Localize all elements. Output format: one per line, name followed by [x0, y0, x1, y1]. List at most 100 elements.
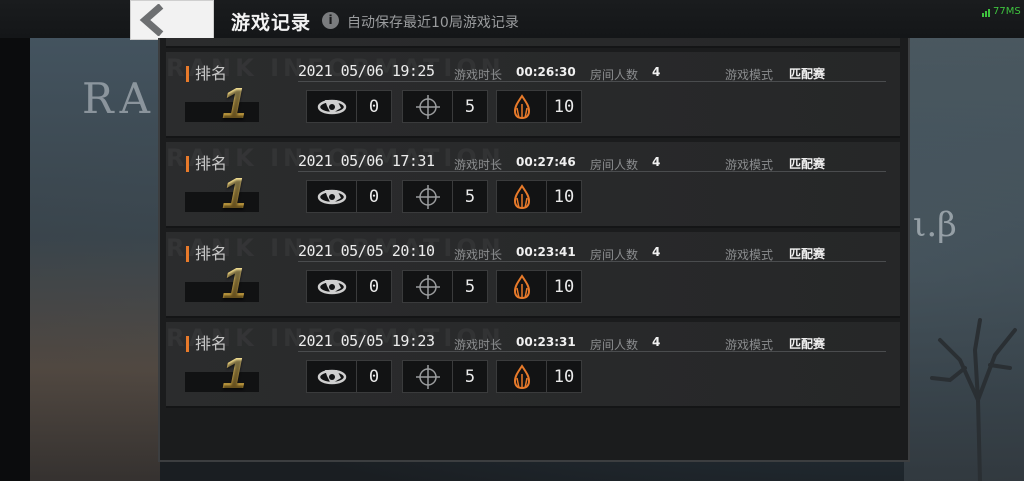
crosshair-icon	[415, 274, 440, 299]
stat-box: 10	[496, 360, 582, 393]
mode-value: 匹配赛	[789, 67, 826, 81]
stat-box: 10	[496, 90, 582, 123]
back-button[interactable]	[130, 0, 214, 40]
rank-number: 1	[222, 349, 247, 398]
stat-icon-slot	[307, 91, 357, 122]
stat-value: 10	[553, 96, 575, 117]
rank-label: 排名	[186, 336, 227, 352]
rank-label: 排名	[186, 246, 227, 262]
stat-value: 10	[553, 186, 575, 207]
stat-icon-slot	[403, 361, 453, 392]
duration-label: 游戏时长	[454, 248, 503, 262]
players-label: 房间人数	[590, 158, 639, 172]
mode-label: 游戏模式	[725, 248, 774, 262]
record-date: 2021 05/05 20:10	[298, 242, 435, 260]
records-scroll[interactable]: RANK INFORMATION 排名 2 2021 05/06 20:34 游…	[160, 38, 908, 412]
flame-icon	[513, 363, 530, 389]
rank-number: 1	[222, 169, 247, 218]
stat-value: 5	[464, 186, 476, 207]
duration-label: 游戏时长	[454, 338, 503, 352]
flame-icon	[513, 93, 530, 119]
players-label: 房间人数	[590, 68, 639, 82]
players-value: 4	[652, 65, 661, 79]
rank-label: 排名	[186, 66, 227, 82]
record-info: 2021 05/05 19:23 游戏时长 00:23:31 房间人数 4 游戏…	[298, 330, 886, 352]
ring-emblem-icon	[317, 279, 346, 294]
rank-number: 1	[222, 259, 247, 308]
page-subtitle: 自动保存最近10局游戏记录	[347, 15, 519, 31]
stat-icon-slot	[403, 181, 453, 212]
signal-icon	[982, 9, 990, 17]
mode-value: 匹配赛	[789, 157, 826, 171]
stat-box: 5	[402, 270, 488, 303]
stat-icon-slot	[497, 181, 547, 212]
ping-value: 77MS	[993, 6, 1021, 17]
rank-label: 排名	[186, 156, 227, 172]
left-edge	[0, 0, 30, 481]
stat-box: 5	[402, 360, 488, 393]
stat-value: 5	[464, 276, 476, 297]
duration-label: 游戏时长	[454, 158, 503, 172]
stat-box: 0	[306, 360, 392, 393]
stat-box: 10	[496, 270, 582, 303]
ring-emblem-icon	[317, 369, 346, 384]
mode-value: 匹配赛	[789, 247, 826, 261]
stat-icon-slot	[403, 271, 453, 302]
stat-icon-slot	[307, 361, 357, 392]
stat-box: 0	[306, 270, 392, 303]
background-text: RA	[82, 74, 156, 123]
stat-value: 0	[368, 186, 380, 207]
stat-value: 10	[553, 276, 575, 297]
mode-label: 游戏模式	[725, 158, 774, 172]
top-bar: 游戏记录 i 自动保存最近10局游戏记录 77MS	[0, 0, 1024, 40]
records-list[interactable]: RANK INFORMATION 排名 2 2021 05/06 20:34 游…	[158, 38, 910, 462]
record-date: 2021 05/06 19:25	[298, 62, 435, 80]
stat-icon-slot	[497, 271, 547, 302]
record-row[interactable]: RANK INFORMATION 排名 1 2021 05/05 20:10 游…	[166, 232, 900, 318]
record-row[interactable]: RANK INFORMATION 排名 1 2021 05/06 17:31 游…	[166, 142, 900, 228]
record-info: 2021 05/06 17:31 游戏时长 00:27:46 房间人数 4 游戏…	[298, 150, 886, 172]
stat-icon-slot	[497, 361, 547, 392]
duration-value: 00:23:41	[516, 245, 576, 259]
players-value: 4	[652, 335, 661, 349]
stat-box: 0	[306, 180, 392, 213]
duration-value: 00:23:31	[516, 335, 576, 349]
page-title: 游戏记录	[231, 12, 312, 34]
stat-value: 5	[464, 96, 476, 117]
stat-box: 10	[496, 180, 582, 213]
stat-icon-slot	[307, 271, 357, 302]
flame-icon	[513, 273, 530, 299]
record-row[interactable]: RANK INFORMATION 排名 1 2021 05/05 19:23 游…	[166, 322, 900, 408]
stat-box: 5	[402, 180, 488, 213]
stat-value: 10	[553, 366, 575, 387]
players-label: 房间人数	[590, 338, 639, 352]
stat-value: 0	[368, 96, 380, 117]
crosshair-icon	[415, 184, 440, 209]
record-row[interactable]: RANK INFORMATION 排名 2 2021 05/06 20:34 游…	[166, 38, 900, 48]
flame-icon	[513, 183, 530, 209]
ping-indicator: 77MS	[982, 6, 1021, 17]
record-date: 2021 05/06 17:31	[298, 152, 435, 170]
record-row[interactable]: RANK INFORMATION 排名 1 2021 05/06 19:25 游…	[166, 52, 900, 138]
info-icon[interactable]: i	[322, 12, 339, 29]
duration-value: 00:27:46	[516, 155, 576, 169]
stat-value: 0	[368, 366, 380, 387]
players-value: 4	[652, 245, 661, 259]
stat-box: 0	[306, 90, 392, 123]
ring-emblem-icon	[317, 189, 346, 204]
record-info: 2021 05/06 19:25 游戏时长 00:26:30 房间人数 4 游戏…	[298, 60, 886, 82]
stat-value: 5	[464, 366, 476, 387]
duration-value: 00:26:30	[516, 65, 576, 79]
players-value: 4	[652, 155, 661, 169]
rank-number: 1	[222, 79, 247, 128]
record-info: 2021 05/05 20:10 游戏时长 00:23:41 房间人数 4 游戏…	[298, 240, 886, 262]
stat-icon-slot	[497, 91, 547, 122]
crosshair-icon	[415, 94, 440, 119]
tree-silhouette	[930, 318, 1017, 481]
stat-icon-slot	[403, 91, 453, 122]
crosshair-icon	[415, 364, 440, 389]
record-date: 2021 05/05 19:23	[298, 332, 435, 350]
chevron-left-icon	[139, 4, 164, 36]
mode-label: 游戏模式	[725, 338, 774, 352]
ring-emblem-icon	[317, 99, 346, 114]
